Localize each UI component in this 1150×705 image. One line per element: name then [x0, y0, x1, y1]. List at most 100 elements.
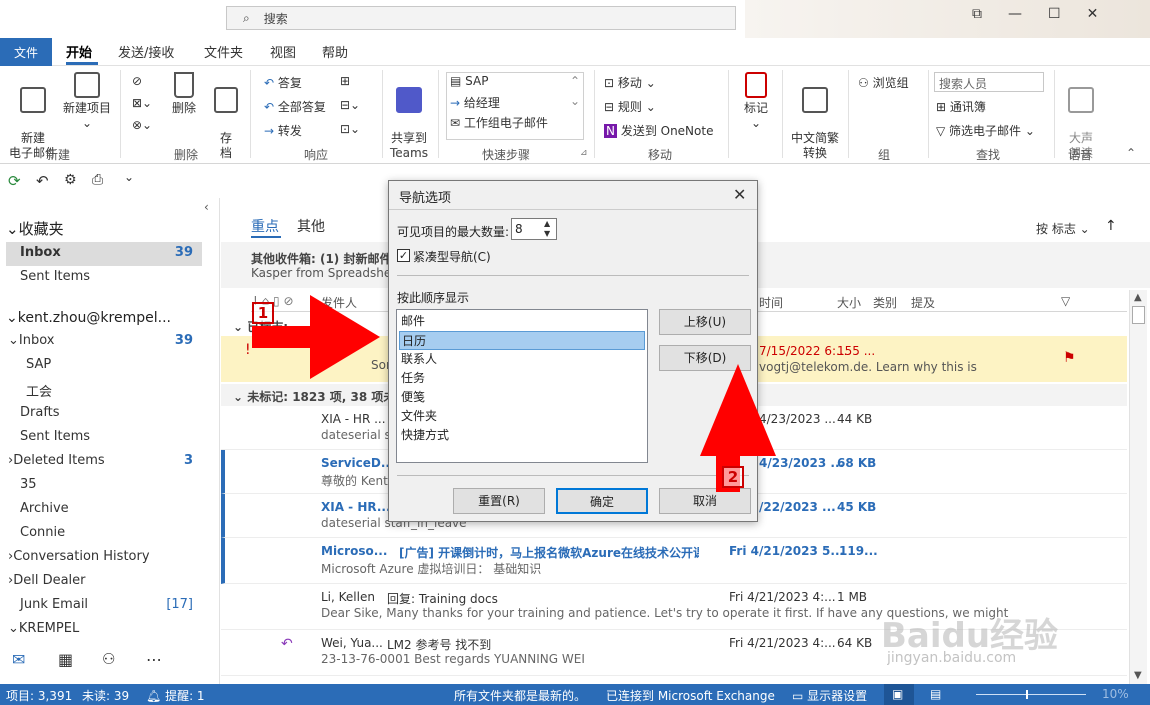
maximize-icon[interactable]: ☐	[1048, 6, 1061, 22]
archive-button[interactable]: 存 档	[208, 72, 244, 161]
print-icon[interactable]: ⎙	[92, 172, 103, 188]
list-item[interactable]: 联系人	[399, 350, 645, 369]
normal-view-button[interactable]: ▣	[884, 684, 914, 705]
move-button[interactable]: ⊡ 移动 ⌄	[604, 74, 656, 91]
forward-button[interactable]: → 转发	[264, 122, 302, 139]
people-icon[interactable]: ⚇	[102, 650, 115, 668]
tab-home[interactable]: 开始	[66, 42, 92, 61]
restore-icon[interactable]: ⧉	[972, 6, 982, 22]
tab-send-receive[interactable]: 发送/接收	[118, 42, 174, 61]
move-up-button[interactable]: 上移(U)	[659, 309, 751, 335]
favorites-header[interactable]: ⌄收藏夹	[6, 218, 64, 239]
scroll-down-icon[interactable]: ▼	[1134, 670, 1142, 681]
status-reminders[interactable]: 🔔︎ 提醒: 1	[146, 687, 205, 704]
reply-button[interactable]: ↶ 答复	[264, 74, 302, 91]
delete-button[interactable]: 删除	[166, 72, 202, 116]
more-respond-icon[interactable]: ⊡⌄	[340, 122, 360, 136]
quick-step-team[interactable]: ✉ 工作组电子邮件	[450, 114, 548, 131]
ok-button[interactable]: 确定	[556, 488, 648, 514]
col-flag-icon[interactable]: ▽	[1061, 294, 1070, 308]
cleanup-icon[interactable]: ⊠⌄	[132, 96, 152, 110]
fav-sent-items[interactable]: Sent Items	[20, 269, 90, 284]
sync-icon[interactable]: ⟳	[8, 172, 21, 190]
col-received[interactable]: 时间	[759, 294, 783, 311]
gallery-down-icon[interactable]: ⌄	[570, 94, 580, 108]
list-item[interactable]: 便笺	[399, 388, 645, 407]
list-item[interactable]: 文件夹	[399, 407, 645, 426]
list-item[interactable]: 邮件	[399, 312, 645, 331]
meeting-icon[interactable]: ⊞	[340, 74, 350, 88]
new-items-button[interactable]: 新建项目 ⌄	[60, 72, 114, 131]
display-settings-button[interactable]: ▭ 显示器设置	[792, 687, 867, 704]
tab-view[interactable]: 视图	[270, 42, 296, 61]
account-header[interactable]: ⌄kent.zhou@krempel...	[6, 310, 171, 326]
rules-button[interactable]: ⊟ 规则 ⌄	[604, 98, 656, 115]
spin-up-icon[interactable]: ▲	[544, 219, 550, 229]
customize-icon[interactable]: ⌄	[124, 170, 134, 184]
compact-nav-checkbox[interactable]: ✓	[397, 249, 410, 262]
folder-junk[interactable]: Junk Email	[20, 597, 88, 612]
folder-sent-items[interactable]: Sent Items	[20, 429, 90, 444]
more-icon[interactable]: ⋯	[146, 650, 162, 669]
spin-down-icon[interactable]: ▼	[544, 229, 550, 239]
mail-icon[interactable]: ✉	[12, 650, 25, 669]
scrollbar[interactable]: ▲ ▼	[1129, 290, 1147, 684]
undo-icon[interactable]: ↶	[36, 172, 49, 190]
search-people-input[interactable]: 搜索人员	[934, 72, 1044, 92]
flag-icon[interactable]: ⚑	[1063, 350, 1076, 366]
folder-sap[interactable]: SAP	[26, 357, 51, 372]
folder-union[interactable]: 工会	[26, 381, 52, 400]
onenote-button[interactable]: N 发送到 OneNote	[604, 122, 713, 139]
quick-step-sap[interactable]: ▤ SAP	[450, 74, 488, 88]
folder-conversation-history[interactable]: ›Conversation History	[8, 549, 150, 564]
col-size[interactable]: 大小	[837, 294, 861, 311]
mail-row[interactable]: Microso... [广告] 开课倒计时，马上报名微软Azure在线技术公开课…	[221, 538, 1127, 584]
list-item[interactable]: 任务	[399, 369, 645, 388]
ignore-icon[interactable]: ⊘	[132, 74, 142, 88]
collapse-ribbon-icon[interactable]: ⌃	[1126, 146, 1136, 160]
address-book-button[interactable]: ⊞ 通讯簿	[936, 98, 986, 115]
tab-folder[interactable]: 文件夹	[204, 42, 243, 61]
calendar-icon[interactable]: ▦	[58, 650, 73, 669]
search-box[interactable]: ⌕ 搜索	[226, 6, 736, 30]
collapse-pane-icon[interactable]: ‹	[204, 200, 209, 214]
reset-button[interactable]: 重置(R)	[453, 488, 545, 514]
browse-group-button[interactable]: ⚇ 浏览组	[858, 74, 909, 91]
folder-deleted-items[interactable]: ›Deleted Items	[8, 453, 105, 468]
tab-help[interactable]: 帮助	[322, 42, 348, 61]
quick-step-manager[interactable]: → 给经理	[450, 94, 500, 111]
dialog-close-icon[interactable]: ✕	[733, 185, 746, 204]
folder-inbox[interactable]: ⌄Inbox	[8, 333, 54, 348]
tab-focused[interactable]: 重点	[251, 216, 279, 236]
folder-dell-dealer[interactable]: ›Dell Dealer	[8, 573, 86, 588]
folder-35[interactable]: 35	[20, 477, 37, 492]
zh-convert-button[interactable]: 中文简繁 转换	[786, 72, 844, 161]
folder-connie[interactable]: Connie	[20, 525, 65, 540]
junk-icon[interactable]: ⊗⌄	[132, 118, 152, 132]
scroll-up-icon[interactable]: ▲	[1134, 292, 1142, 303]
nav-order-listbox[interactable]: 邮件 日历 联系人 任务 便笺 文件夹 快捷方式	[396, 309, 648, 463]
max-items-spinner[interactable]: 8 ▲ ▼	[511, 218, 557, 240]
folder-krempel[interactable]: ⌄KREMPEL	[8, 621, 79, 636]
sort-direction-icon[interactable]: ↑	[1105, 218, 1117, 234]
gallery-up-icon[interactable]: ⌃	[570, 74, 580, 88]
folder-archive[interactable]: Archive	[20, 501, 69, 516]
tab-file[interactable]: 文件	[0, 38, 52, 66]
reply-all-button[interactable]: ↶ 全部答复	[264, 98, 326, 115]
fav-inbox[interactable]: Inbox	[20, 245, 61, 260]
reading-view-icon[interactable]: ▤	[930, 687, 941, 701]
col-mention[interactable]: 提及	[911, 294, 935, 311]
list-item[interactable]: 快捷方式	[399, 426, 645, 445]
sort-button[interactable]: 按 标志 ⌄	[1036, 220, 1090, 237]
tag-button[interactable]: 标记 ⌄	[734, 72, 778, 131]
scroll-thumb[interactable]	[1132, 306, 1145, 324]
minimize-icon[interactable]: —	[1008, 6, 1022, 22]
zoom-slider[interactable]	[976, 694, 1086, 695]
group-unflagged-header[interactable]: ⌄ 未标记: 1823 项, 38 项未	[233, 388, 395, 405]
dialog-launcher-icon[interactable]: ⊿	[580, 148, 588, 158]
filter-email-button[interactable]: ▽ 筛选电子邮件 ⌄	[936, 122, 1035, 139]
close-icon[interactable]: ✕	[1087, 6, 1099, 22]
folder-drafts[interactable]: Drafts	[20, 405, 60, 420]
zoom-thumb[interactable]	[1026, 690, 1028, 699]
im-icon[interactable]: ⊟⌄	[340, 98, 360, 112]
